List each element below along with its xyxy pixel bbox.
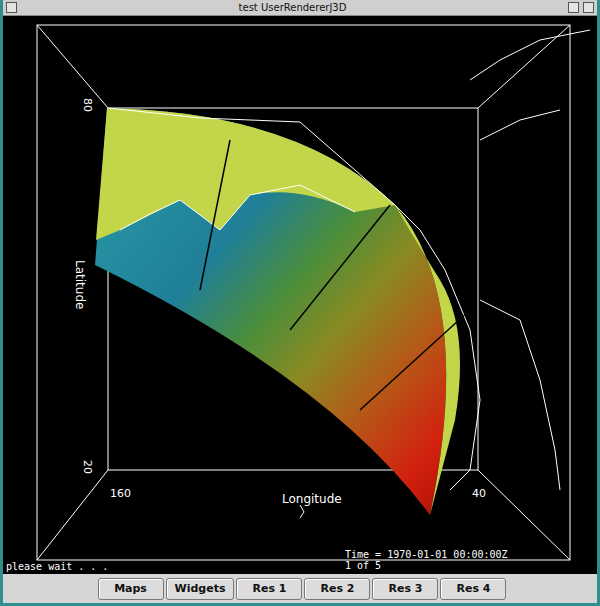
maximize-icon[interactable]	[583, 2, 594, 13]
data-surface	[95, 108, 446, 515]
title-bar: test UserRendererJ3D	[3, 0, 597, 16]
axis-tick: 80	[81, 98, 94, 112]
toolbar-button[interactable]: Maps	[98, 578, 164, 600]
land-area	[395, 205, 460, 515]
render-canvas[interactable]: 80 Latitude 20 160 Longitude 40 please wait . …	[3, 16, 597, 574]
window-menu-icon[interactable]	[6, 2, 17, 13]
app-window: test UserRendererJ3D 80 Latitude 20 160 Long…	[0, 0, 600, 606]
axis-label: Longitude	[282, 492, 342, 506]
grid-lines	[200, 140, 470, 410]
toolbar-button[interactable]: Res 1	[236, 578, 302, 600]
status-message: please wait . . .	[6, 561, 108, 572]
axis-tick: 40	[472, 487, 486, 500]
toolbar-button[interactable]: Res 2	[304, 578, 370, 600]
toolbar-button[interactable]: Res 3	[372, 578, 438, 600]
toolbar-button[interactable]: Widgets	[166, 578, 235, 600]
scene: 80 Latitude 20 160 Longitude 40 please wait . …	[3, 16, 597, 573]
axis-label: Latitude	[73, 260, 87, 309]
button-bar: MapsWidgetsRes 1Res 2Res 3Res 4	[3, 574, 597, 603]
time-readout: Time = 1970-01-01 00:00:00Z	[345, 549, 508, 560]
axis-tick: 20	[81, 460, 94, 474]
axis-tick: 160	[110, 487, 131, 500]
window-title: test UserRendererJ3D	[239, 2, 347, 14]
axis-box	[37, 25, 570, 560]
land-area	[96, 108, 395, 240]
toolbar-button[interactable]: Res 4	[440, 578, 506, 600]
coastline	[108, 30, 590, 518]
frame-counter: 1 of 5	[345, 560, 381, 571]
minimize-icon[interactable]	[568, 2, 579, 13]
